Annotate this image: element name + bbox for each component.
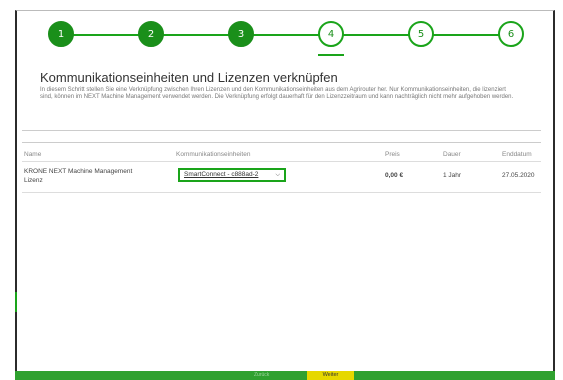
license-name: KRONE NEXT Machine Management bbox=[24, 168, 133, 175]
current-step-indicator bbox=[318, 54, 344, 56]
col-header-price: Preis bbox=[385, 151, 400, 158]
end-date-value: 27.05.2020 bbox=[502, 172, 535, 179]
step-6[interactable]: 6 bbox=[498, 21, 524, 47]
next-button[interactable]: Weiter bbox=[307, 371, 354, 380]
select-value: SmartConnect - c888ad-2 bbox=[184, 171, 259, 178]
page-title: Kommunikationseinheiten und Lizenzen ver… bbox=[40, 70, 338, 85]
stepper-line bbox=[62, 34, 502, 36]
footer-bar: Zurück Weiter bbox=[15, 371, 555, 380]
table-row-divider bbox=[22, 192, 541, 193]
page-description: In diesem Schritt stellen Sie eine Verkn… bbox=[40, 87, 514, 100]
progress-stepper: 1 2 3 4 5 6 bbox=[0, 0, 563, 80]
chevron-down-icon: ⌵ bbox=[275, 172, 280, 178]
col-header-duration: Dauer bbox=[443, 151, 461, 158]
scroll-marker bbox=[15, 292, 17, 312]
step-4-current[interactable]: 4 bbox=[318, 21, 344, 47]
col-header-end: Enddatum bbox=[502, 151, 532, 158]
price-value: 0,00 € bbox=[385, 172, 404, 179]
col-header-name: Name bbox=[24, 151, 42, 158]
divider bbox=[22, 142, 541, 143]
step-5[interactable]: 5 bbox=[408, 21, 434, 47]
license-name-suffix: Lizenz bbox=[24, 177, 43, 184]
step-1[interactable]: 1 bbox=[48, 21, 74, 47]
step-3[interactable]: 3 bbox=[228, 21, 254, 47]
divider bbox=[22, 130, 541, 131]
communication-unit-select[interactable]: SmartConnect - c888ad-2 ⌵ bbox=[178, 168, 286, 182]
col-header-unit: Kommunikationseinheiten bbox=[176, 151, 251, 158]
duration-value: 1 Jahr bbox=[443, 172, 462, 179]
step-2[interactable]: 2 bbox=[138, 21, 164, 47]
table-header-divider bbox=[22, 161, 541, 162]
back-button[interactable]: Zurück bbox=[254, 372, 269, 378]
